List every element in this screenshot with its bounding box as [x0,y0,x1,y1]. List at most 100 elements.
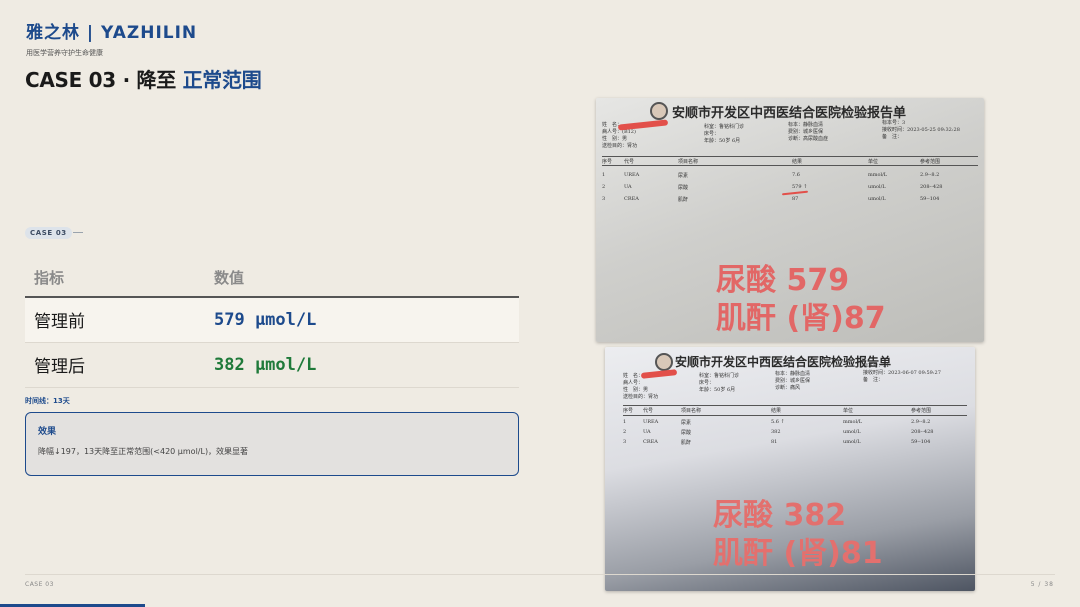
redaction-mark [640,369,678,379]
handwritten-mark [781,190,809,196]
cell: UA [624,184,632,190]
cell: 尿素 [681,420,692,426]
report-rule [602,156,978,157]
cell: 1 [602,172,606,178]
meta-line: 病人号： [623,380,644,386]
meta-line: 接收时间：2023-06-07 09:59:27 [863,370,941,376]
col-range: 参考范围 [911,408,932,414]
footer-case-label: CASE 03 [25,581,54,588]
cell: 208--428 [920,184,943,190]
cell: 579 ↑ [792,184,808,190]
meta-line: 床号： [699,380,715,386]
cell: umol/L [868,196,886,202]
header-value: 数值 [205,258,519,298]
col-unit: 单位 [868,159,879,165]
meta-line: 费别：城乡医保 [788,129,824,135]
cell: mmol/L [843,419,863,425]
cell: 2.9--8.2 [911,419,931,425]
cell: UA [643,429,651,435]
meta-line: 送检目的：肾功 [602,143,638,149]
overlay-uric-acid: 尿酸 579 [716,263,850,298]
page-title: CASE 03 · 降至 正常范围 [25,64,262,93]
tagline: 用医学营养守护生命健康 [26,49,103,57]
meta-line: 诊断：痛风 [775,385,801,391]
overlay-uric-acid: 尿酸 382 [713,498,847,533]
col-item: 项目名称 [678,159,699,165]
col-result: 结果 [771,408,782,414]
meta-line: 备 注： [863,377,884,383]
col-seq: 序号 [602,159,613,165]
hospital-seal-icon [655,353,673,371]
cell: 1 [623,419,627,425]
overlay-creatinine: 肌酐 (肾)87 [716,301,886,336]
meta-line: 费别：城乡医保 [775,378,811,384]
report-title: 安顺市开发区中西医结合医院检验报告单 [675,355,892,369]
case-badge: CASE 03 [25,227,72,239]
metrics-header-row: 指标 数值 [25,258,519,298]
row-label-before: 管理前 [25,297,205,343]
meta-line: 科室：鲁铭科门诊 [699,373,740,379]
cell: 尿素 [678,173,689,179]
overlay-creatinine: 肌酐 (肾)81 [713,536,883,571]
meta-line: 标本：静脉血清 [775,371,811,377]
report-meta-far: 标本号：3 接收时间：2023-05-25 09:32:28 备 注： [882,120,960,141]
table-row: 管理后 382 μmol/L [25,342,519,388]
report-meta-far: 标本号：21 接收时间：2023-06-07 09:59:27 备 注： [863,363,941,384]
timeline-label: 时间线：13天 [25,397,70,405]
report-meta-mid: 科室：鲁铭科门诊 床号： 年龄：50岁 6月 [699,373,739,394]
report-meta-right: 标本：静脉血清 费别：城乡医保 诊断：高尿酸血症 [788,122,828,143]
meta-line: 科室：鲁铭科门诊 [704,124,745,130]
meta-line: 标本号：3 [882,120,906,126]
metrics-table: 指标 数值 管理前 579 μmol/L 管理后 382 μmol/L [25,258,519,388]
col-result: 结果 [792,159,803,165]
cell: 尿酸 [681,430,692,436]
cell: 59--104 [920,196,940,202]
cell: mmol/L [868,172,888,178]
col-range: 参考范围 [920,159,941,165]
meta-line: 诊断：高尿酸血症 [788,136,829,142]
cell: 382 [771,429,781,435]
meta-line: 性 别：男 [623,387,649,393]
cell: 81 [771,439,778,445]
report-title: 安顺市开发区中西医结合医院检验报告单 [672,106,907,121]
cell: umol/L [843,429,861,435]
col-seq: 序号 [623,408,634,414]
page-title-prefix: CASE 03 · 降至 [25,68,183,92]
meta-line: 送检目的：肾功 [623,394,659,400]
cell: 3 [623,439,627,445]
report-overlay-text: 尿酸 382 肌酐 (肾)81 [713,497,883,573]
meta-line: 年龄：50岁 6月 [704,138,741,144]
meta-line: 标本号：21 [863,363,890,369]
col-unit: 单位 [843,408,854,414]
cell: 59--104 [911,439,931,445]
meta-line: 性 别：男 [602,136,628,142]
cell: 肌酐 [681,440,692,446]
cell: 尿酸 [678,185,689,191]
meta-line: 年龄：50岁 6月 [699,387,736,393]
meta-line: 标本：静脉血清 [788,122,824,128]
cell: CREA [624,196,639,202]
effect-title: 效果 [38,427,57,437]
cell: umol/L [843,439,861,445]
col-item: 项目名称 [681,408,702,414]
meta-line: 接收时间：2023-05-25 09:32:28 [882,127,960,133]
cell: 2.9--8.2 [920,172,940,178]
cell: 2 [623,429,627,435]
report-meta-mid: 科室：鲁铭科门诊 床号： 年龄：50岁 6月 [704,124,744,145]
report-rule [623,415,967,416]
lab-report-after-image: 安顺市开发区中西医结合医院检验报告单 姓 名： 病人号： 性 别：男 送检目的：… [605,347,975,591]
report-meta-right: 标本：静脉血清 费别：城乡医保 诊断：痛风 [775,371,810,392]
cell: 2 [602,184,606,190]
row-value-before: 579 μmol/L [205,297,519,343]
cell: 208--428 [911,429,934,435]
cell: CREA [643,439,658,445]
cell: 3 [602,196,606,202]
header-indicator: 指标 [25,258,205,298]
page-title-highlight: 正常范围 [182,68,262,92]
cell: UREA [643,419,659,425]
cell: 肌酐 [678,197,689,203]
col-code: 代号 [643,408,654,414]
cell: 7.6 [792,172,800,178]
cell: UREA [624,172,640,178]
cell: 87 [792,196,799,202]
